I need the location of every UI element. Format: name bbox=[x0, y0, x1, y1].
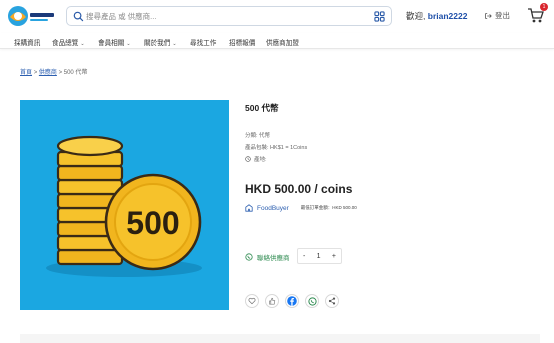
nav-label: 食品總覽 bbox=[52, 40, 79, 47]
product-image: 500 bbox=[20, 100, 229, 310]
search-bar bbox=[66, 6, 392, 26]
main-nav: 採購資訊 食品總覽 ⌄ 會員相關 ⌄ 關於我們 ⌄ 尋找工作 招標報價 供應商加盟 bbox=[0, 33, 554, 49]
product-price: HKD 500.00 / coins bbox=[245, 182, 353, 196]
site-logo[interactable] bbox=[7, 3, 57, 29]
min-order-text: 最低訂單金額：HKD 500.00 bbox=[300, 205, 357, 210]
seller-name-link[interactable]: FoodBuyer bbox=[257, 205, 289, 212]
nav-label: 供應商加盟 bbox=[266, 40, 299, 47]
nav-label: 招標報價 bbox=[229, 40, 256, 47]
product-spec: 產品包裝: HK$1 = 1Coins bbox=[245, 145, 308, 151]
breadcrumb-home[interactable]: 首頁 bbox=[20, 70, 32, 76]
chevron-down-icon: ⌄ bbox=[126, 41, 131, 47]
chevron-down-icon: ⌄ bbox=[172, 41, 177, 47]
cart-count-badge: 1 bbox=[540, 3, 548, 11]
whatsapp-icon bbox=[307, 296, 317, 306]
nav-item-about[interactable]: 關於我們 ⌄ bbox=[144, 37, 177, 47]
share-icon bbox=[328, 297, 336, 305]
logout-icon bbox=[485, 12, 492, 19]
contact-supplier-button[interactable]: 聯絡供應商 bbox=[245, 252, 290, 262]
qty-value[interactable]: 1 bbox=[317, 253, 321, 260]
nav-item-jobs[interactable]: 尋找工作 bbox=[190, 37, 216, 47]
welcome-text: 歡迎, brian2222 bbox=[406, 10, 467, 22]
qty-plus-button[interactable]: + bbox=[332, 253, 336, 260]
nav-label: 採購資訊 bbox=[14, 40, 41, 47]
origin-label: 產地: bbox=[254, 157, 267, 163]
breadcrumb-suppliers[interactable]: 供應商 bbox=[39, 70, 57, 76]
nav-item-tender[interactable]: 招標報價 bbox=[229, 37, 255, 47]
logout-button[interactable]: 登出 bbox=[484, 10, 510, 21]
username-link[interactable]: brian2222 bbox=[428, 11, 468, 21]
nav-item-supplier-join[interactable]: 供應商加盟 bbox=[266, 37, 299, 47]
whatsapp-icon bbox=[245, 253, 253, 261]
breadcrumb: 首頁 > 供應商 > 500 代幣 bbox=[20, 67, 87, 76]
facebook-icon bbox=[287, 296, 297, 306]
nav-item-food-overview[interactable]: 食品總覽 ⌄ bbox=[52, 37, 85, 47]
quantity-stepper: - 1 + bbox=[297, 248, 342, 264]
nav-item-member[interactable]: 會員相關 ⌄ bbox=[98, 37, 131, 47]
bottom-section-edge bbox=[20, 334, 540, 343]
product-title: 500 代幣 bbox=[245, 103, 279, 113]
contact-supplier-label: 聯絡供應商 bbox=[257, 255, 290, 262]
like-button[interactable] bbox=[245, 294, 259, 308]
chevron-down-icon: ⌄ bbox=[80, 41, 85, 47]
whatsapp-share-button[interactable] bbox=[305, 294, 319, 308]
top-bar: 歡迎, brian2222 登出 1 bbox=[0, 0, 554, 33]
facebook-share-button[interactable] bbox=[285, 294, 299, 308]
logout-label: 登出 bbox=[495, 11, 510, 20]
qty-minus-button[interactable]: - bbox=[303, 253, 305, 260]
seller-info: FoodBuyer 最低訂單金額：HKD 500.00 bbox=[245, 204, 357, 212]
share-button[interactable] bbox=[325, 294, 339, 308]
nav-item-procurement-info[interactable]: 採購資訊 bbox=[14, 37, 40, 47]
thumbs-up-button[interactable] bbox=[265, 294, 279, 308]
breadcrumb-separator: > bbox=[33, 70, 38, 76]
coin-label: 500 bbox=[126, 205, 179, 241]
welcome-prefix: 歡迎, bbox=[406, 11, 426, 21]
breadcrumb-current: 500 代幣 bbox=[63, 70, 88, 76]
nav-label: 會員相關 bbox=[98, 40, 125, 47]
thumbs-up-icon bbox=[269, 297, 276, 305]
breadcrumb-separator: > bbox=[58, 70, 63, 76]
search-icon[interactable] bbox=[73, 11, 84, 22]
product-category: 分類: 代幣 bbox=[245, 133, 271, 139]
heart-icon bbox=[248, 297, 256, 305]
search-input[interactable] bbox=[86, 9, 366, 24]
store-icon bbox=[245, 204, 253, 212]
product-origin: 產地: bbox=[245, 155, 267, 163]
grid-icon[interactable] bbox=[374, 11, 385, 22]
nav-label: 關於我們 bbox=[144, 40, 171, 47]
nav-label: 尋找工作 bbox=[190, 40, 217, 47]
clock-icon bbox=[245, 156, 251, 162]
